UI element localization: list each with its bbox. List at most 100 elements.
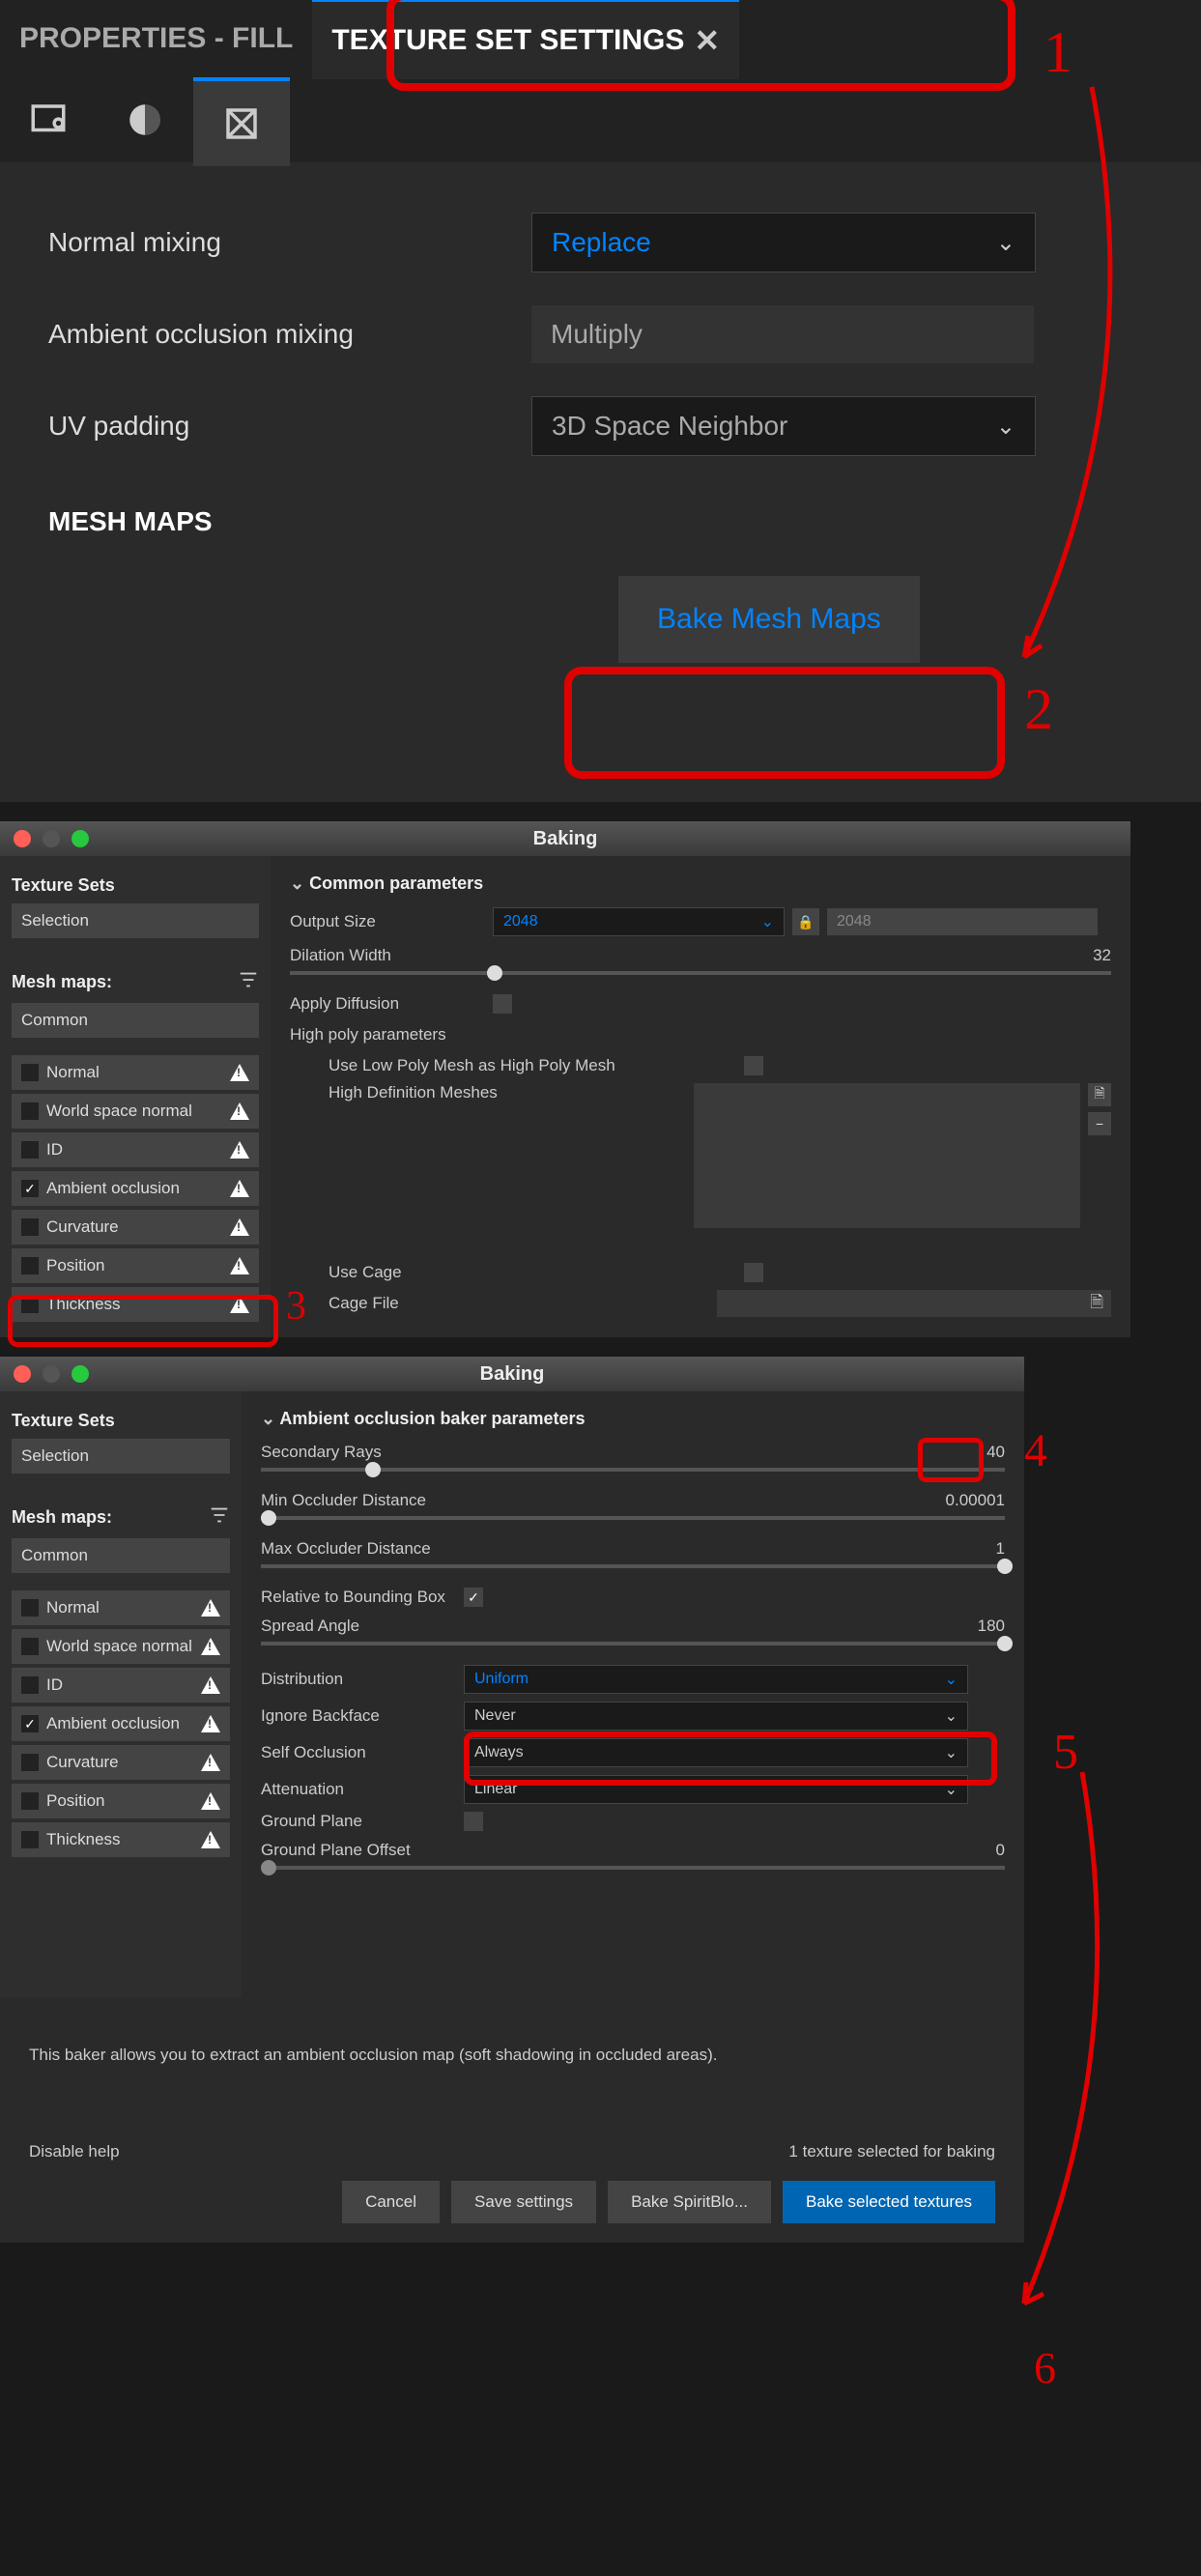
dilation-width-value[interactable]: 32 [1093, 946, 1111, 965]
ignore-backface-select[interactable]: Never ⌄ [464, 1702, 968, 1731]
ground-plane-checkbox[interactable] [464, 1812, 483, 1831]
checkbox[interactable] [21, 1831, 39, 1848]
mesh-map-item-ambient-occlusion[interactable]: ✓Ambient occlusion [12, 1706, 230, 1741]
self-occlusion-select[interactable]: Always ⌄ [464, 1738, 968, 1767]
shader-icon[interactable] [97, 77, 193, 162]
checkbox[interactable] [21, 1102, 39, 1120]
min-occluder-slider[interactable] [261, 1516, 1005, 1520]
maximize-window-icon[interactable] [71, 830, 89, 847]
checkbox[interactable] [21, 1599, 39, 1617]
settings-display-icon[interactable] [0, 77, 97, 162]
highdef-meshes-label: High Definition Meshes [329, 1083, 694, 1102]
tab-properties-fill[interactable]: PROPERTIES - FILL [0, 0, 312, 77]
mesh-map-item-world-space-normal[interactable]: World space normal [12, 1629, 230, 1664]
remove-icon[interactable]: − [1088, 1112, 1111, 1135]
selection-item[interactable]: Selection [12, 903, 259, 938]
annotation-5: 5 [1053, 1724, 1078, 1781]
distribution-select[interactable]: Uniform ⌄ [464, 1665, 968, 1694]
mesh-map-item-normal[interactable]: Normal [12, 1590, 230, 1625]
disable-help-link[interactable]: Disable help [29, 2142, 120, 2161]
checkbox[interactable] [21, 1296, 39, 1313]
common-item[interactable]: Common [12, 1003, 259, 1038]
slider-thumb[interactable] [365, 1462, 381, 1477]
cancel-button[interactable]: Cancel [342, 2181, 440, 2223]
mesh-map-item-world-space-normal[interactable]: World space normal [12, 1094, 259, 1129]
use-lowpoly-checkbox[interactable] [744, 1056, 763, 1075]
close-window-icon[interactable] [14, 1365, 31, 1383]
slider-thumb[interactable] [997, 1636, 1013, 1651]
min-occluder-label: Min Occluder Distance [261, 1491, 426, 1510]
maximize-window-icon[interactable] [71, 1365, 89, 1383]
use-cage-checkbox[interactable] [744, 1263, 763, 1282]
texture-sets-heading: Texture Sets [12, 875, 259, 896]
annotation-2: 2 [1024, 676, 1053, 743]
close-icon[interactable]: ✕ [694, 22, 720, 59]
spread-angle-value[interactable]: 180 [978, 1617, 1005, 1636]
save-settings-button[interactable]: Save settings [451, 2181, 596, 2223]
highdef-meshes-dropzone[interactable] [694, 1083, 1080, 1228]
mesh-map-item-id[interactable]: ID [12, 1668, 230, 1703]
minimize-window-icon[interactable] [43, 830, 60, 847]
mesh-map-item-thickness[interactable]: Thickness [12, 1822, 230, 1857]
secondary-rays-value[interactable]: 40 [987, 1443, 1005, 1462]
item-label: Position [46, 1791, 104, 1811]
checkbox[interactable] [21, 1141, 39, 1159]
bake-object-button[interactable]: Bake SpiritBlo... [608, 2181, 771, 2223]
checkbox[interactable]: ✓ [21, 1715, 39, 1732]
mesh-map-item-position[interactable]: Position [12, 1784, 230, 1818]
mesh-map-item-thickness[interactable]: Thickness [12, 1287, 259, 1322]
dilation-width-slider[interactable] [290, 971, 1111, 975]
close-window-icon[interactable] [14, 830, 31, 847]
slider-thumb[interactable] [261, 1510, 276, 1526]
bake-selected-button[interactable]: Bake selected textures [783, 2181, 995, 2223]
mesh-map-item-position[interactable]: Position [12, 1248, 259, 1283]
max-occluder-slider[interactable] [261, 1564, 1005, 1568]
ao-parameters-heading[interactable]: Ambient occlusion baker parameters [261, 1409, 1005, 1429]
ao-mixing-select[interactable]: Multiply [531, 305, 1034, 363]
common-parameters-heading[interactable]: Common parameters [290, 873, 1111, 894]
tab-texture-set-settings[interactable]: TEXTURE SET SETTINGS ✕ [312, 0, 739, 79]
min-occluder-value[interactable]: 0.00001 [946, 1491, 1005, 1510]
relative-bbox-label: Relative to Bounding Box [261, 1588, 464, 1607]
filter-icon[interactable] [209, 1504, 230, 1531]
select-value: 2048 [503, 913, 538, 930]
relative-bbox-checkbox[interactable]: ✓ [464, 1588, 483, 1607]
mesh-map-item-id[interactable]: ID [12, 1132, 259, 1167]
mesh-map-item-normal[interactable]: Normal [12, 1055, 259, 1090]
checkbox[interactable] [21, 1792, 39, 1810]
mesh-map-item-ambient-occlusion[interactable]: ✓Ambient occlusion [12, 1171, 259, 1206]
secondary-rays-slider[interactable] [261, 1468, 1005, 1472]
slider-thumb[interactable] [487, 965, 502, 981]
output-size-select[interactable]: 2048 ⌄ [493, 907, 785, 936]
checkbox[interactable] [21, 1754, 39, 1771]
selection-item[interactable]: Selection [12, 1439, 230, 1474]
chevron-down-icon: ⌄ [761, 912, 774, 931]
apply-diffusion-checkbox[interactable] [493, 994, 512, 1014]
attenuation-select[interactable]: Linear ⌄ [464, 1775, 968, 1804]
file-icon[interactable]: 🗎 [1088, 1083, 1111, 1106]
mesh-icon[interactable] [193, 77, 290, 166]
item-label: Position [46, 1256, 104, 1275]
mesh-map-item-curvature[interactable]: Curvature [12, 1210, 259, 1245]
checkbox[interactable] [21, 1676, 39, 1694]
checkbox[interactable] [21, 1064, 39, 1081]
normal-mixing-select[interactable]: Replace ⌄ [531, 213, 1036, 272]
warning-icon [201, 1831, 220, 1848]
max-occluder-value[interactable]: 1 [996, 1539, 1005, 1559]
minimize-window-icon[interactable] [43, 1365, 60, 1383]
filter-icon[interactable] [238, 969, 259, 995]
mesh-map-item-curvature[interactable]: Curvature [12, 1745, 230, 1780]
common-item[interactable]: Common [12, 1538, 230, 1573]
spread-angle-slider[interactable] [261, 1642, 1005, 1646]
bake-mesh-maps-button[interactable]: Bake Mesh Maps [618, 576, 920, 663]
lock-icon[interactable]: 🔒 [792, 908, 819, 935]
slider-thumb[interactable] [997, 1559, 1013, 1574]
warning-icon [230, 1257, 249, 1274]
titlebar: Baking [0, 821, 1130, 856]
checkbox[interactable] [21, 1218, 39, 1236]
checkbox[interactable] [21, 1638, 39, 1655]
cage-file-input[interactable]: 🗎 [717, 1290, 1111, 1317]
checkbox[interactable]: ✓ [21, 1180, 39, 1197]
checkbox[interactable] [21, 1257, 39, 1274]
uv-padding-select[interactable]: 3D Space Neighbor ⌄ [531, 396, 1036, 456]
